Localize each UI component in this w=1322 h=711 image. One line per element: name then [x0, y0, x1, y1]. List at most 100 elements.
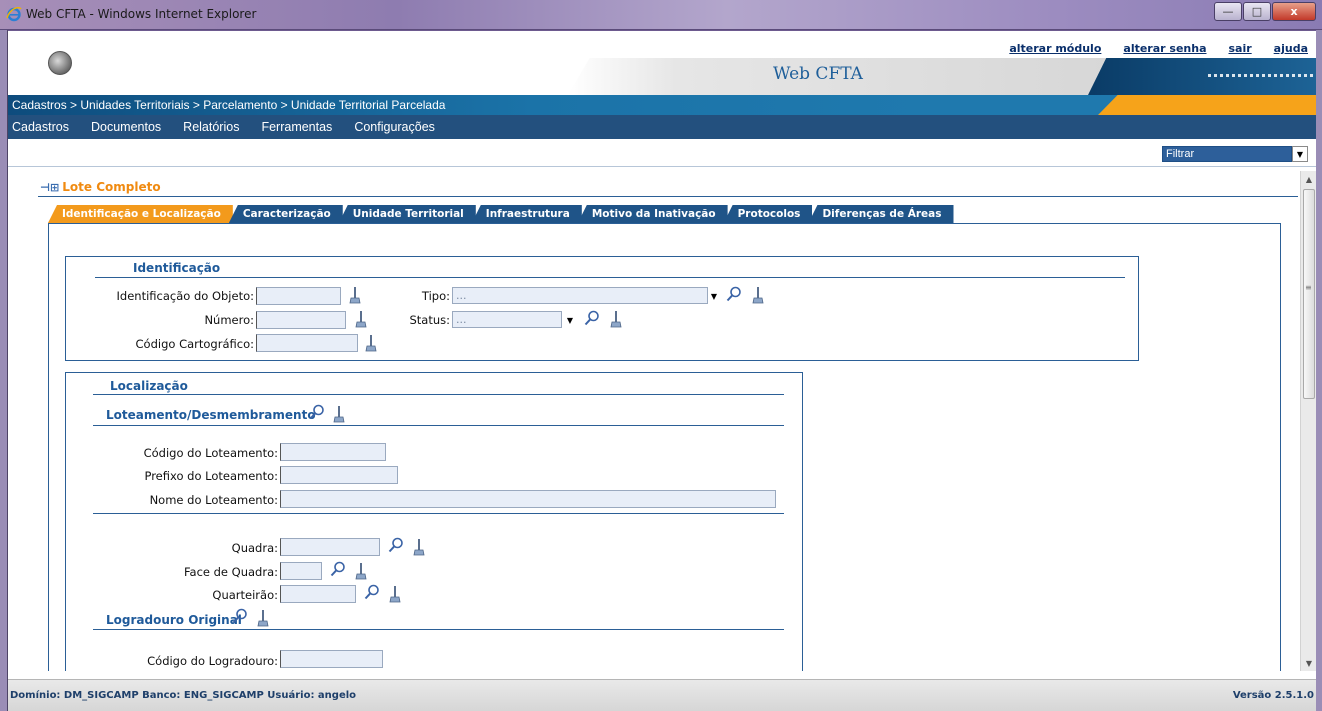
logradouro-title: Logradouro Original [106, 613, 242, 627]
nome-loteamento-input[interactable] [280, 490, 776, 508]
search-icon[interactable] [364, 583, 380, 601]
broom-icon[interactable] [364, 334, 380, 352]
app-title: Web CFTA [773, 64, 863, 84]
search-icon[interactable] [330, 560, 346, 578]
main-menu: Cadastros Documentos Relatórios Ferramen… [8, 115, 1316, 139]
codigo-loteamento-input[interactable] [280, 443, 386, 461]
numero-label: Número: [204, 313, 254, 327]
tab-infraestrutura[interactable]: Infraestrutura [471, 205, 582, 223]
loteamento-divider [93, 425, 784, 426]
search-icon[interactable] [388, 536, 404, 554]
tab-unidade-territorial[interactable]: Unidade Territorial [338, 205, 476, 223]
codigo-logradouro-input[interactable] [280, 650, 383, 668]
broom-icon[interactable] [256, 609, 272, 627]
browser-client-area: Web CFTA alterar módulo alterar senha sa… [8, 31, 1316, 711]
filter-dropdown-arrow[interactable]: ▼ [1292, 146, 1308, 162]
alterar-senha-link[interactable]: alterar senha [1123, 42, 1206, 55]
session-info: Domínio: DM_SIGCAMP Banco: ENG_SIGCAMP U… [10, 690, 357, 701]
window-frame-left [0, 30, 8, 711]
tab-bar: Identificação e Localização Caracterizaç… [48, 205, 954, 223]
section-title: Lote Completo [62, 180, 161, 194]
search-icon[interactable] [309, 403, 325, 421]
face-quadra-label: Face de Quadra: [183, 565, 278, 579]
quadra-label: Quadra: [231, 541, 278, 555]
tipo-label: Tipo: [421, 289, 450, 303]
main-content: ⊣⊞ Lote Completo Identificação e Localiz… [8, 168, 1298, 671]
localizacao-title: Localização [110, 379, 188, 393]
city-seal-logo [48, 51, 72, 75]
scroll-grip-icon: ≡ [1305, 283, 1312, 292]
broom-icon[interactable] [412, 538, 428, 556]
codigo-logradouro-label: Código do Logradouro: [147, 654, 278, 668]
id-objeto-input[interactable] [256, 287, 341, 305]
quarteirao-label: Quarteirão: [212, 588, 278, 602]
window-titlebar: Web CFTA - Windows Internet Explorer — □… [0, 0, 1322, 30]
tab-panel: Identificação Identificação do Objeto: N… [48, 223, 1281, 671]
scroll-down-arrow[interactable]: ▼ [1301, 655, 1316, 671]
app-header: Web CFTA alterar módulo alterar senha sa… [8, 31, 1316, 95]
ajuda-link[interactable]: ajuda [1274, 42, 1308, 55]
broom-icon[interactable] [354, 562, 370, 580]
maximize-button[interactable]: □ [1243, 2, 1271, 21]
identificacao-fieldset: Identificação Identificação do Objeto: N… [65, 256, 1139, 361]
section-header: ⊣⊞ Lote Completo [40, 180, 161, 194]
tab-motivo-inativacao[interactable]: Motivo da Inativação [577, 205, 728, 223]
broom-icon[interactable] [348, 286, 364, 304]
minimize-button[interactable]: — [1214, 2, 1242, 21]
quarteirao-input[interactable] [280, 585, 356, 603]
search-icon[interactable] [232, 607, 248, 625]
menu-ferramentas[interactable]: Ferramentas [261, 120, 332, 134]
broom-icon[interactable] [751, 286, 767, 304]
broom-icon[interactable] [332, 405, 348, 423]
scroll-thumb[interactable] [1303, 189, 1315, 399]
menu-documentos[interactable]: Documentos [91, 120, 161, 134]
tipo-select[interactable]: ... [452, 287, 708, 304]
breadcrumb: Cadastros > Unidades Territoriais > Parc… [12, 98, 446, 112]
internet-explorer-icon [6, 7, 22, 22]
menu-configuracoes[interactable]: Configurações [354, 120, 435, 134]
localizacao-fieldset: Localização Loteamento/Desmembramento Có… [65, 372, 803, 671]
codigo-cartografico-input[interactable] [256, 334, 358, 352]
header-dots [1208, 74, 1316, 77]
status-dropdown-arrow[interactable]: ▼ [565, 312, 575, 328]
localizacao-divider [93, 394, 784, 395]
loteamento-bottom-divider [93, 513, 784, 514]
prefixo-loteamento-label: Prefixo do Loteamento: [144, 469, 278, 483]
nome-loteamento-label: Nome do Loteamento: [149, 493, 278, 507]
tab-caracterizacao[interactable]: Caracterização [228, 205, 343, 223]
codigo-cartografico-label: Código Cartográfico: [135, 337, 254, 351]
window-title: Web CFTA - Windows Internet Explorer [26, 7, 257, 21]
logradouro-divider [93, 629, 784, 630]
codigo-loteamento-label: Código do Loteamento: [143, 446, 278, 460]
broom-icon[interactable] [388, 585, 404, 603]
menu-relatorios[interactable]: Relatórios [183, 120, 239, 134]
vertical-scrollbar[interactable]: ▲ ≡ ▼ [1300, 171, 1316, 671]
section-divider [38, 196, 1298, 197]
broom-icon[interactable] [609, 310, 625, 328]
menu-cadastros[interactable]: Cadastros [12, 120, 69, 134]
close-button[interactable]: x [1272, 2, 1316, 21]
filter-select[interactable]: Filtrar [1162, 146, 1292, 162]
quadra-input[interactable] [280, 538, 380, 556]
tab-identificacao-localizacao[interactable]: Identificação e Localização [48, 205, 233, 223]
numero-input[interactable] [256, 311, 346, 329]
id-objeto-label: Identificação do Objeto: [116, 289, 254, 303]
search-icon[interactable] [726, 285, 742, 303]
alterar-modulo-link[interactable]: alterar módulo [1009, 42, 1101, 55]
search-icon[interactable] [584, 309, 600, 327]
sair-link[interactable]: sair [1229, 42, 1252, 55]
filter-row: Filtrar ▼ [8, 139, 1316, 167]
breadcrumb-accent [1098, 95, 1316, 115]
prefixo-loteamento-input[interactable] [280, 466, 398, 484]
loteamento-title: Loteamento/Desmembramento [106, 408, 316, 422]
tab-diferencas-areas[interactable]: Diferenças de Áreas [808, 205, 954, 223]
window-frame-right [1316, 30, 1322, 711]
status-select[interactable]: ... [452, 311, 562, 328]
face-quadra-input[interactable] [280, 562, 322, 580]
tipo-dropdown-arrow[interactable]: ▼ [709, 288, 719, 304]
version-label: Versão 2.5.1.0 [1232, 690, 1314, 701]
tab-protocolos[interactable]: Protocolos [723, 205, 813, 223]
broom-icon[interactable] [354, 310, 370, 328]
identificacao-title: Identificação [133, 261, 221, 275]
scroll-up-arrow[interactable]: ▲ [1301, 171, 1316, 187]
